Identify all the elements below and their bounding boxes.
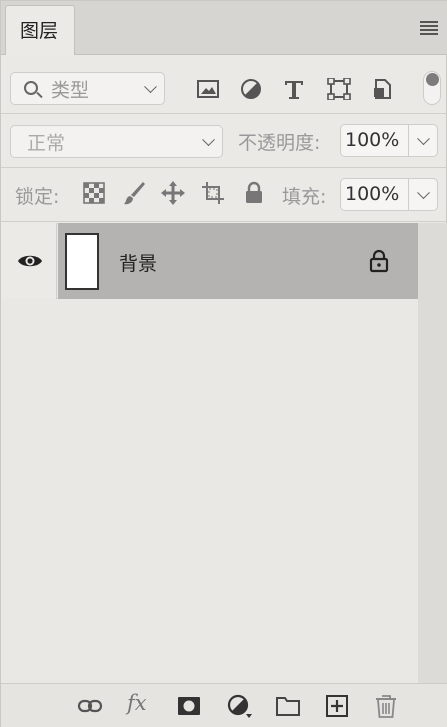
opacity-label: 不透明度: xyxy=(238,132,321,154)
tab-layers-label: 图层 xyxy=(20,20,59,42)
lock-transparent-icon[interactable] xyxy=(81,180,107,206)
link-layers-icon[interactable] xyxy=(77,693,103,719)
adjustment-filter-icon[interactable] xyxy=(239,78,263,100)
scrollbar[interactable] xyxy=(418,223,447,683)
lock-image-icon[interactable] xyxy=(121,180,147,206)
layer-name[interactable]: 背景 xyxy=(119,249,157,276)
layer-row[interactable]: 背景 xyxy=(1,223,418,299)
eye-icon[interactable] xyxy=(17,252,43,270)
tab-bar: 图层 xyxy=(1,1,447,55)
new-layer-icon[interactable] xyxy=(324,693,350,719)
search-icon xyxy=(24,81,38,95)
lock-label: 锁定: xyxy=(15,186,60,208)
layer-thumbnail xyxy=(65,233,99,290)
blend-mode-select[interactable]: 正常 xyxy=(10,125,223,158)
lock-position-icon[interactable] xyxy=(160,180,186,206)
layers-list: 背景 xyxy=(1,223,418,683)
chevron-down-icon xyxy=(202,132,215,146)
delete-layer-icon[interactable] xyxy=(373,693,399,719)
opacity-field[interactable]: 100% xyxy=(340,124,438,157)
fill-field[interactable]: 100% xyxy=(340,178,438,211)
new-group-icon[interactable] xyxy=(275,693,301,719)
type-filter-icon[interactable] xyxy=(282,78,306,100)
filter-row: 类型 xyxy=(1,56,447,114)
layers-panel: 图层 类型 正常 不透明度: 100% 锁定: 填充: 100% 背景 fx xyxy=(0,0,447,727)
fill-value: 100% xyxy=(345,183,400,205)
add-mask-icon[interactable] xyxy=(176,693,202,719)
visibility-toggle[interactable] xyxy=(1,223,57,299)
layer-item[interactable]: 背景 xyxy=(58,223,418,299)
adjustment-layer-icon[interactable] xyxy=(226,693,252,719)
chevron-down-icon[interactable] xyxy=(417,131,430,145)
bottom-toolbar: fx xyxy=(1,683,447,727)
field-divider xyxy=(408,179,409,210)
blend-row: 正常 不透明度: 100% xyxy=(1,114,447,168)
chevron-down-icon xyxy=(144,79,157,93)
field-divider xyxy=(408,125,409,156)
tab-layers[interactable]: 图层 xyxy=(5,5,75,55)
fx-icon[interactable]: fx xyxy=(127,691,153,717)
smart-object-filter-icon[interactable] xyxy=(371,78,395,100)
shape-filter-icon[interactable] xyxy=(327,78,351,100)
filter-toggle[interactable] xyxy=(423,71,441,105)
chevron-down-icon[interactable] xyxy=(417,185,430,199)
fill-label: 填充: xyxy=(282,186,327,208)
blend-mode-label: 正常 xyxy=(27,132,66,154)
filter-type-select[interactable]: 类型 xyxy=(10,72,165,105)
lock-artboard-icon[interactable] xyxy=(200,180,226,206)
layer-lock-icon[interactable] xyxy=(368,249,390,273)
opacity-value: 100% xyxy=(345,129,400,151)
filter-type-label: 类型 xyxy=(51,79,90,101)
image-filter-icon[interactable] xyxy=(196,78,220,100)
panel-menu-icon[interactable] xyxy=(420,21,438,35)
lock-all-icon[interactable] xyxy=(241,180,267,206)
